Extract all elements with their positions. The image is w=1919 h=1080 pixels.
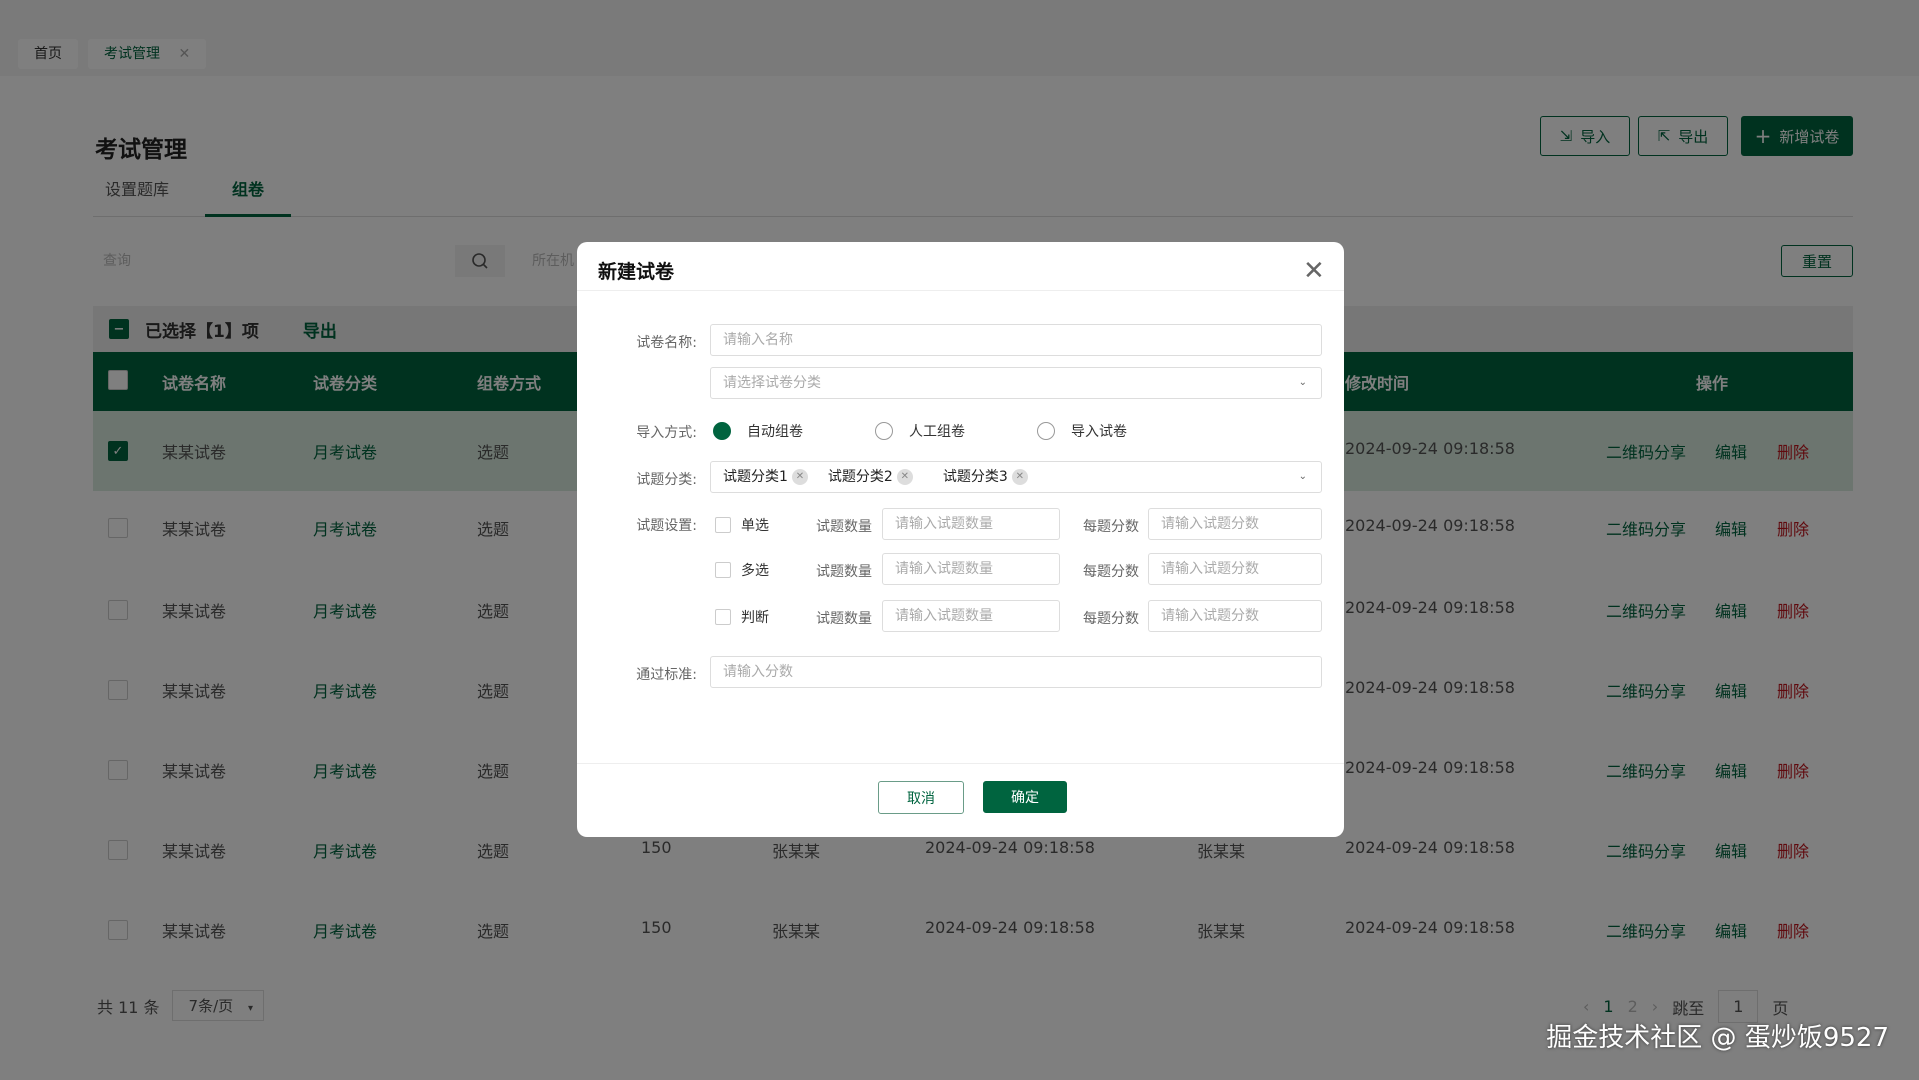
tag-remove-icon[interactable]: ✕	[896, 469, 913, 485]
pass-score-input[interactable]: 请输入分数	[710, 656, 1322, 688]
radio-import[interactable]	[1037, 422, 1055, 440]
score-label: 每题分数	[1083, 611, 1139, 627]
count-input[interactable]: 请输入试题数量	[882, 553, 1060, 585]
close-icon[interactable]: ✕	[1303, 256, 1325, 286]
pass-label: 通过标准:	[636, 667, 697, 683]
footer-divider	[577, 763, 1344, 764]
import-method-radios: 自动组卷 人工组卷 导入试卷	[713, 421, 1127, 441]
setting-type: 多选	[715, 560, 769, 580]
new-paper-dialog: 新建试卷 ✕ 试卷名称: 请输入名称 请选择试卷分类 ⌄ 导入方式: 自动组卷 人…	[577, 242, 1344, 837]
setting-type-label: 多选	[741, 563, 769, 579]
cancel-button[interactable]: 取消	[878, 781, 964, 814]
name-label: 试卷名称:	[636, 335, 697, 351]
question-category-multiselect[interactable]: 试题分类1 ✕ 试题分类2 ✕ 试题分类3 ✕ ⌄	[710, 461, 1322, 493]
tag-label: 试题分类1	[723, 469, 788, 485]
paper-category-select[interactable]: 请选择试卷分类 ⌄	[710, 367, 1322, 399]
chevron-down-icon: ⌄	[1298, 377, 1307, 388]
tag-label: 试题分类2	[827, 469, 893, 485]
dialog-title: 新建试卷	[598, 261, 675, 283]
setting-type: 单选	[715, 515, 769, 535]
tag-label: 试题分类3	[942, 469, 1008, 485]
tag-remove-icon[interactable]: ✕	[1011, 469, 1028, 485]
count-label: 试题数量	[816, 564, 872, 580]
setting-checkbox[interactable]	[715, 609, 731, 625]
score-label: 每题分数	[1083, 519, 1139, 535]
header-divider	[577, 290, 1344, 291]
import-method-label: 导入方式:	[636, 425, 697, 441]
radio-auto-label: 自动组卷	[747, 424, 803, 440]
chevron-down-icon: ⌄	[1298, 471, 1307, 482]
setting-checkbox[interactable]	[715, 562, 731, 578]
setting-checkbox[interactable]	[715, 517, 731, 533]
radio-auto[interactable]	[713, 422, 731, 440]
question-settings-label: 试题设置:	[636, 518, 697, 534]
tag: 试题分类2 ✕	[828, 462, 913, 492]
setting-type: 判断	[715, 607, 769, 627]
count-input[interactable]: 请输入试题数量	[882, 508, 1060, 540]
radio-manual-label: 人工组卷	[909, 424, 965, 440]
category-placeholder: 请选择试卷分类	[723, 375, 821, 391]
tag-remove-icon[interactable]: ✕	[791, 469, 808, 485]
radio-manual[interactable]	[875, 422, 893, 440]
watermark: 掘金技术社区 @ 蛋炒饭9527	[1546, 1023, 1889, 1053]
question-category-label: 试题分类:	[636, 472, 697, 488]
score-input[interactable]: 请输入试题分数	[1148, 508, 1322, 540]
tag: 试题分类1 ✕	[723, 462, 808, 492]
count-label: 试题数量	[816, 611, 872, 627]
paper-name-input[interactable]: 请输入名称	[710, 324, 1322, 356]
score-input[interactable]: 请输入试题分数	[1148, 553, 1322, 585]
setting-type-label: 单选	[741, 518, 769, 534]
confirm-button[interactable]: 确定	[983, 781, 1067, 813]
count-input[interactable]: 请输入试题数量	[882, 600, 1060, 632]
radio-import-label: 导入试卷	[1071, 424, 1127, 440]
setting-type-label: 判断	[741, 610, 769, 626]
score-label: 每题分数	[1083, 564, 1139, 580]
count-label: 试题数量	[816, 519, 872, 535]
tag: 试题分类3 ✕	[943, 462, 1028, 492]
score-input[interactable]: 请输入试题分数	[1148, 600, 1322, 632]
